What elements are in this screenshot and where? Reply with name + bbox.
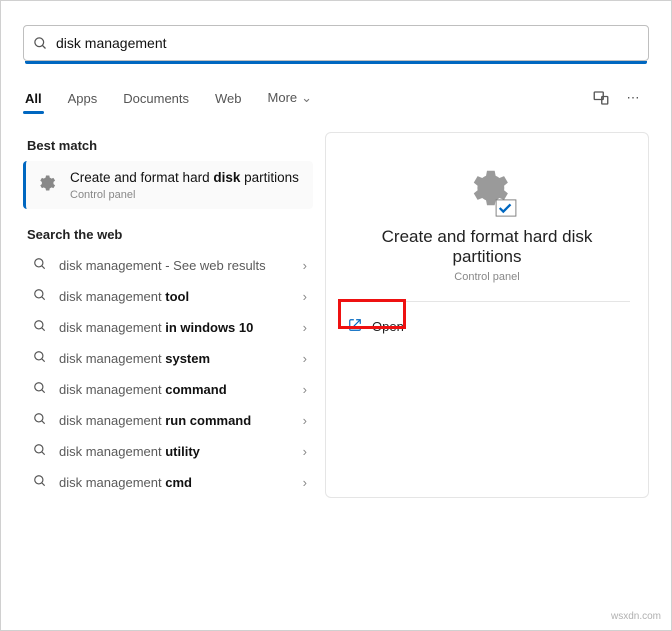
web-suggestion-text: disk management utility xyxy=(59,444,200,459)
web-suggestion[interactable]: disk management run command › xyxy=(23,405,313,436)
chevron-right-icon: › xyxy=(303,289,307,304)
open-action[interactable]: Open xyxy=(338,312,636,341)
chevron-right-icon: › xyxy=(303,258,307,273)
web-suggestion[interactable]: disk management cmd › xyxy=(23,467,313,498)
search-box[interactable] xyxy=(23,25,649,64)
more-options-icon[interactable]: ⋯ xyxy=(617,82,649,114)
web-suggestion[interactable]: disk management utility › xyxy=(23,436,313,467)
open-label: Open xyxy=(372,319,404,334)
chevron-right-icon: › xyxy=(303,444,307,459)
web-suggestion[interactable]: disk management tool › xyxy=(23,281,313,312)
chevron-right-icon: › xyxy=(303,320,307,335)
web-suggestion-text: disk management tool xyxy=(59,289,189,304)
web-suggestion-text: disk management command xyxy=(59,382,227,397)
search-across-devices-icon[interactable] xyxy=(585,82,617,114)
launch-icon xyxy=(348,318,362,335)
tab-all[interactable]: All xyxy=(23,85,44,112)
watermark: wsxdn.com xyxy=(611,611,661,622)
tab-web[interactable]: Web xyxy=(213,85,244,112)
web-suggestion-text: disk management in windows 10 xyxy=(59,320,253,335)
tab-more[interactable]: More⌄ xyxy=(266,84,315,112)
search-icon xyxy=(33,36,48,54)
filter-tabs: All Apps Documents Web More⌄ ⋯ xyxy=(23,82,649,114)
web-suggestion[interactable]: disk management system › xyxy=(23,343,313,374)
tab-apps[interactable]: Apps xyxy=(66,85,100,112)
search-web-heading: Search the web xyxy=(27,227,313,242)
best-match-heading: Best match xyxy=(27,138,313,153)
search-icon xyxy=(33,257,49,274)
best-match-title: Create and format hard disk partitions xyxy=(70,169,299,187)
search-icon xyxy=(33,474,49,491)
detail-title: Create and format hard disk partitions xyxy=(338,227,636,267)
search-icon xyxy=(33,350,49,367)
search-icon xyxy=(33,288,49,305)
web-suggestion[interactable]: disk management command › xyxy=(23,374,313,405)
best-match-result[interactable]: Create and format hard disk partitions C… xyxy=(23,161,313,209)
web-suggestion-text: disk management - See web results xyxy=(59,258,266,273)
detail-panel: Create and format hard disk partitions C… xyxy=(325,132,649,498)
web-suggestion-text: disk management system xyxy=(59,351,210,366)
chevron-right-icon: › xyxy=(303,475,307,490)
tab-documents[interactable]: Documents xyxy=(121,85,191,112)
web-suggestion[interactable]: disk management in windows 10 › xyxy=(23,312,313,343)
web-suggestion-text: disk management cmd xyxy=(59,475,192,490)
detail-subtitle: Control panel xyxy=(338,271,636,283)
chevron-right-icon: › xyxy=(303,413,307,428)
web-suggestion[interactable]: disk management - See web results › xyxy=(23,250,313,281)
search-icon xyxy=(33,443,49,460)
web-suggestion-text: disk management run command xyxy=(59,413,251,428)
gear-icon xyxy=(36,173,60,196)
chevron-right-icon: › xyxy=(303,351,307,366)
search-icon xyxy=(33,412,49,429)
search-input[interactable] xyxy=(23,25,649,61)
search-icon xyxy=(33,381,49,398)
chevron-down-icon: ⌄ xyxy=(301,90,312,105)
gear-check-icon xyxy=(463,165,511,213)
best-match-subtitle: Control panel xyxy=(70,189,299,201)
chevron-right-icon: › xyxy=(303,382,307,397)
search-icon xyxy=(33,319,49,336)
